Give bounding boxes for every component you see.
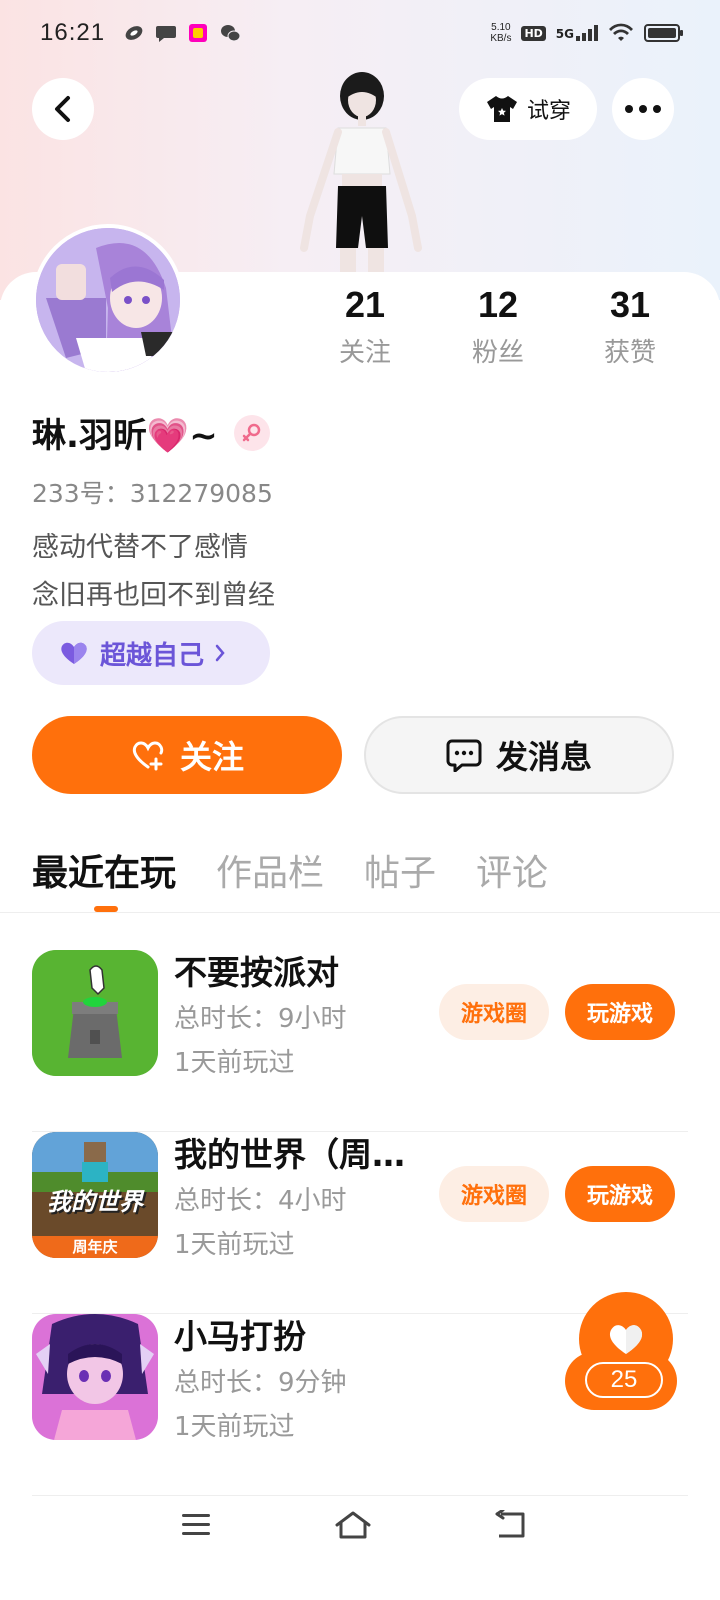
try-on-label: 试穿 [526, 99, 571, 124]
name-row: 琳.羽昕💗~ [32, 408, 270, 457]
menu-icon [182, 1514, 210, 1535]
game-title: 小马打扮 [174, 1317, 306, 1356]
hd-badge: HD [521, 25, 546, 41]
following-label: 关注 [338, 338, 391, 368]
shirt-icon [486, 96, 517, 122]
follow-label: 关注 [179, 738, 244, 776]
minecraft-icon-title: 我的世界 [47, 1188, 143, 1216]
game-duration: 总时长：4小时 [174, 1186, 347, 1216]
profile-stats: 21 关注 12 粉丝 31 获赞 [300, 284, 700, 384]
stat-likes[interactable]: 31 获赞 [565, 284, 695, 369]
followers-label: 粉丝 [471, 338, 524, 368]
bio-line-2: 念旧再也回不到曾经 [32, 580, 275, 611]
nav-menu-button[interactable] [171, 1500, 221, 1550]
game-title: 我的世界（周… [174, 1135, 405, 1174]
username: 琳.羽昕💗~ [32, 416, 218, 456]
game-icon-pony-dress-up[interactable] [32, 1314, 158, 1440]
followers-count: 12 [477, 284, 519, 325]
more-icon [625, 105, 661, 113]
profile-tabs: 最近在玩 作品栏 帖子 评论 [32, 844, 548, 912]
home-icon [335, 1511, 371, 1539]
stat-followers[interactable]: 12 粉丝 [433, 284, 563, 369]
send-message-button[interactable]: 发消息 [364, 716, 674, 794]
nav-back-button[interactable] [485, 1500, 535, 1550]
like-count: 25 [585, 1362, 663, 1398]
like-float-button[interactable]: 25 [565, 1292, 677, 1410]
tabs-divider [0, 912, 720, 913]
following-count: 21 [344, 284, 386, 325]
game-last-played: 1天前玩过 [174, 1048, 295, 1078]
mood-tag-chip[interactable]: 超越自己 [32, 621, 270, 685]
game-title: 不要按派对 [174, 953, 339, 992]
game-circle-button[interactable]: 游戏圈 [439, 984, 549, 1040]
bio: 感动代替不了感情 念旧再也回不到曾经 [32, 524, 275, 620]
back-button[interactable] [32, 78, 94, 140]
notification-icons [123, 22, 241, 44]
app-notification-icon [125, 26, 143, 40]
game-list-item[interactable]: 不要按派对 总时长：9小时 1天前玩过 游戏圈 玩游戏 [32, 950, 688, 1132]
chat-bubble-icon [446, 739, 482, 772]
system-status-icons: 5.10 KB/s HD 5G [490, 22, 683, 44]
avatar-figure[interactable] [280, 66, 430, 276]
send-message-label: 发消息 [495, 738, 592, 776]
message-notification-icon [156, 26, 177, 42]
stat-following[interactable]: 21 关注 [300, 284, 430, 369]
tab-works[interactable]: 作品栏 [216, 844, 324, 904]
avatar-image [36, 228, 180, 372]
heart-plus-icon [132, 741, 164, 771]
wifi-icon [609, 23, 633, 41]
heart-icon [609, 1325, 643, 1354]
network-speed: 5.10 KB/s [490, 22, 512, 44]
avatar[interactable] [32, 224, 184, 376]
status-time: 16:21 [40, 19, 106, 46]
tab-posts[interactable]: 帖子 [364, 844, 436, 904]
battery-icon [644, 24, 683, 42]
user-id[interactable]: 233号：312279085 [32, 474, 273, 510]
game-duration: 总时长：9分钟 [174, 1368, 347, 1398]
game-icon-minecraft[interactable]: 我的世界 周年庆 [32, 1132, 158, 1258]
play-game-button[interactable]: 玩游戏 [565, 984, 675, 1040]
try-on-button[interactable]: 试穿 [459, 78, 597, 140]
nav-back-icon [495, 1510, 525, 1538]
back-arrow-icon [55, 96, 70, 122]
chevron-right-icon [215, 644, 225, 662]
game-list-item[interactable]: 我的世界 周年庆 我的世界（周… 总时长：4小时 1天前玩过 游戏圈 玩游戏 [32, 1132, 688, 1314]
more-options-button[interactable] [612, 78, 674, 140]
female-gender-icon [233, 414, 270, 451]
follow-button[interactable]: 关注 [32, 716, 342, 794]
minecraft-icon-banner: 周年庆 [72, 1238, 118, 1256]
likes-label: 获赞 [603, 338, 656, 368]
status-bar: 16:21 5.10 KB/s HD 5G [0, 0, 720, 66]
tab-recently-played[interactable]: 最近在玩 [32, 844, 176, 904]
wechat-notification-icon [221, 25, 241, 42]
bio-line-1: 感动代替不了感情 [32, 532, 248, 563]
nav-home-button[interactable] [328, 1500, 378, 1550]
signal-icon: 5G [556, 25, 598, 41]
game-last-played: 1天前玩过 [174, 1412, 295, 1442]
game-duration: 总时长：9小时 [174, 1004, 347, 1034]
shop-notification-icon [189, 24, 208, 42]
game-last-played: 1天前玩过 [174, 1230, 295, 1260]
heart-icon [61, 642, 87, 664]
tab-comments[interactable]: 评论 [476, 844, 548, 904]
play-game-button[interactable]: 玩游戏 [565, 1166, 675, 1222]
system-navigation-bar [0, 1490, 720, 1560]
mood-tag-label: 超越自己 [100, 640, 205, 671]
game-circle-button[interactable]: 游戏圈 [439, 1166, 549, 1222]
game-icon-dont-press-party[interactable] [32, 950, 158, 1076]
likes-count: 31 [609, 284, 651, 325]
